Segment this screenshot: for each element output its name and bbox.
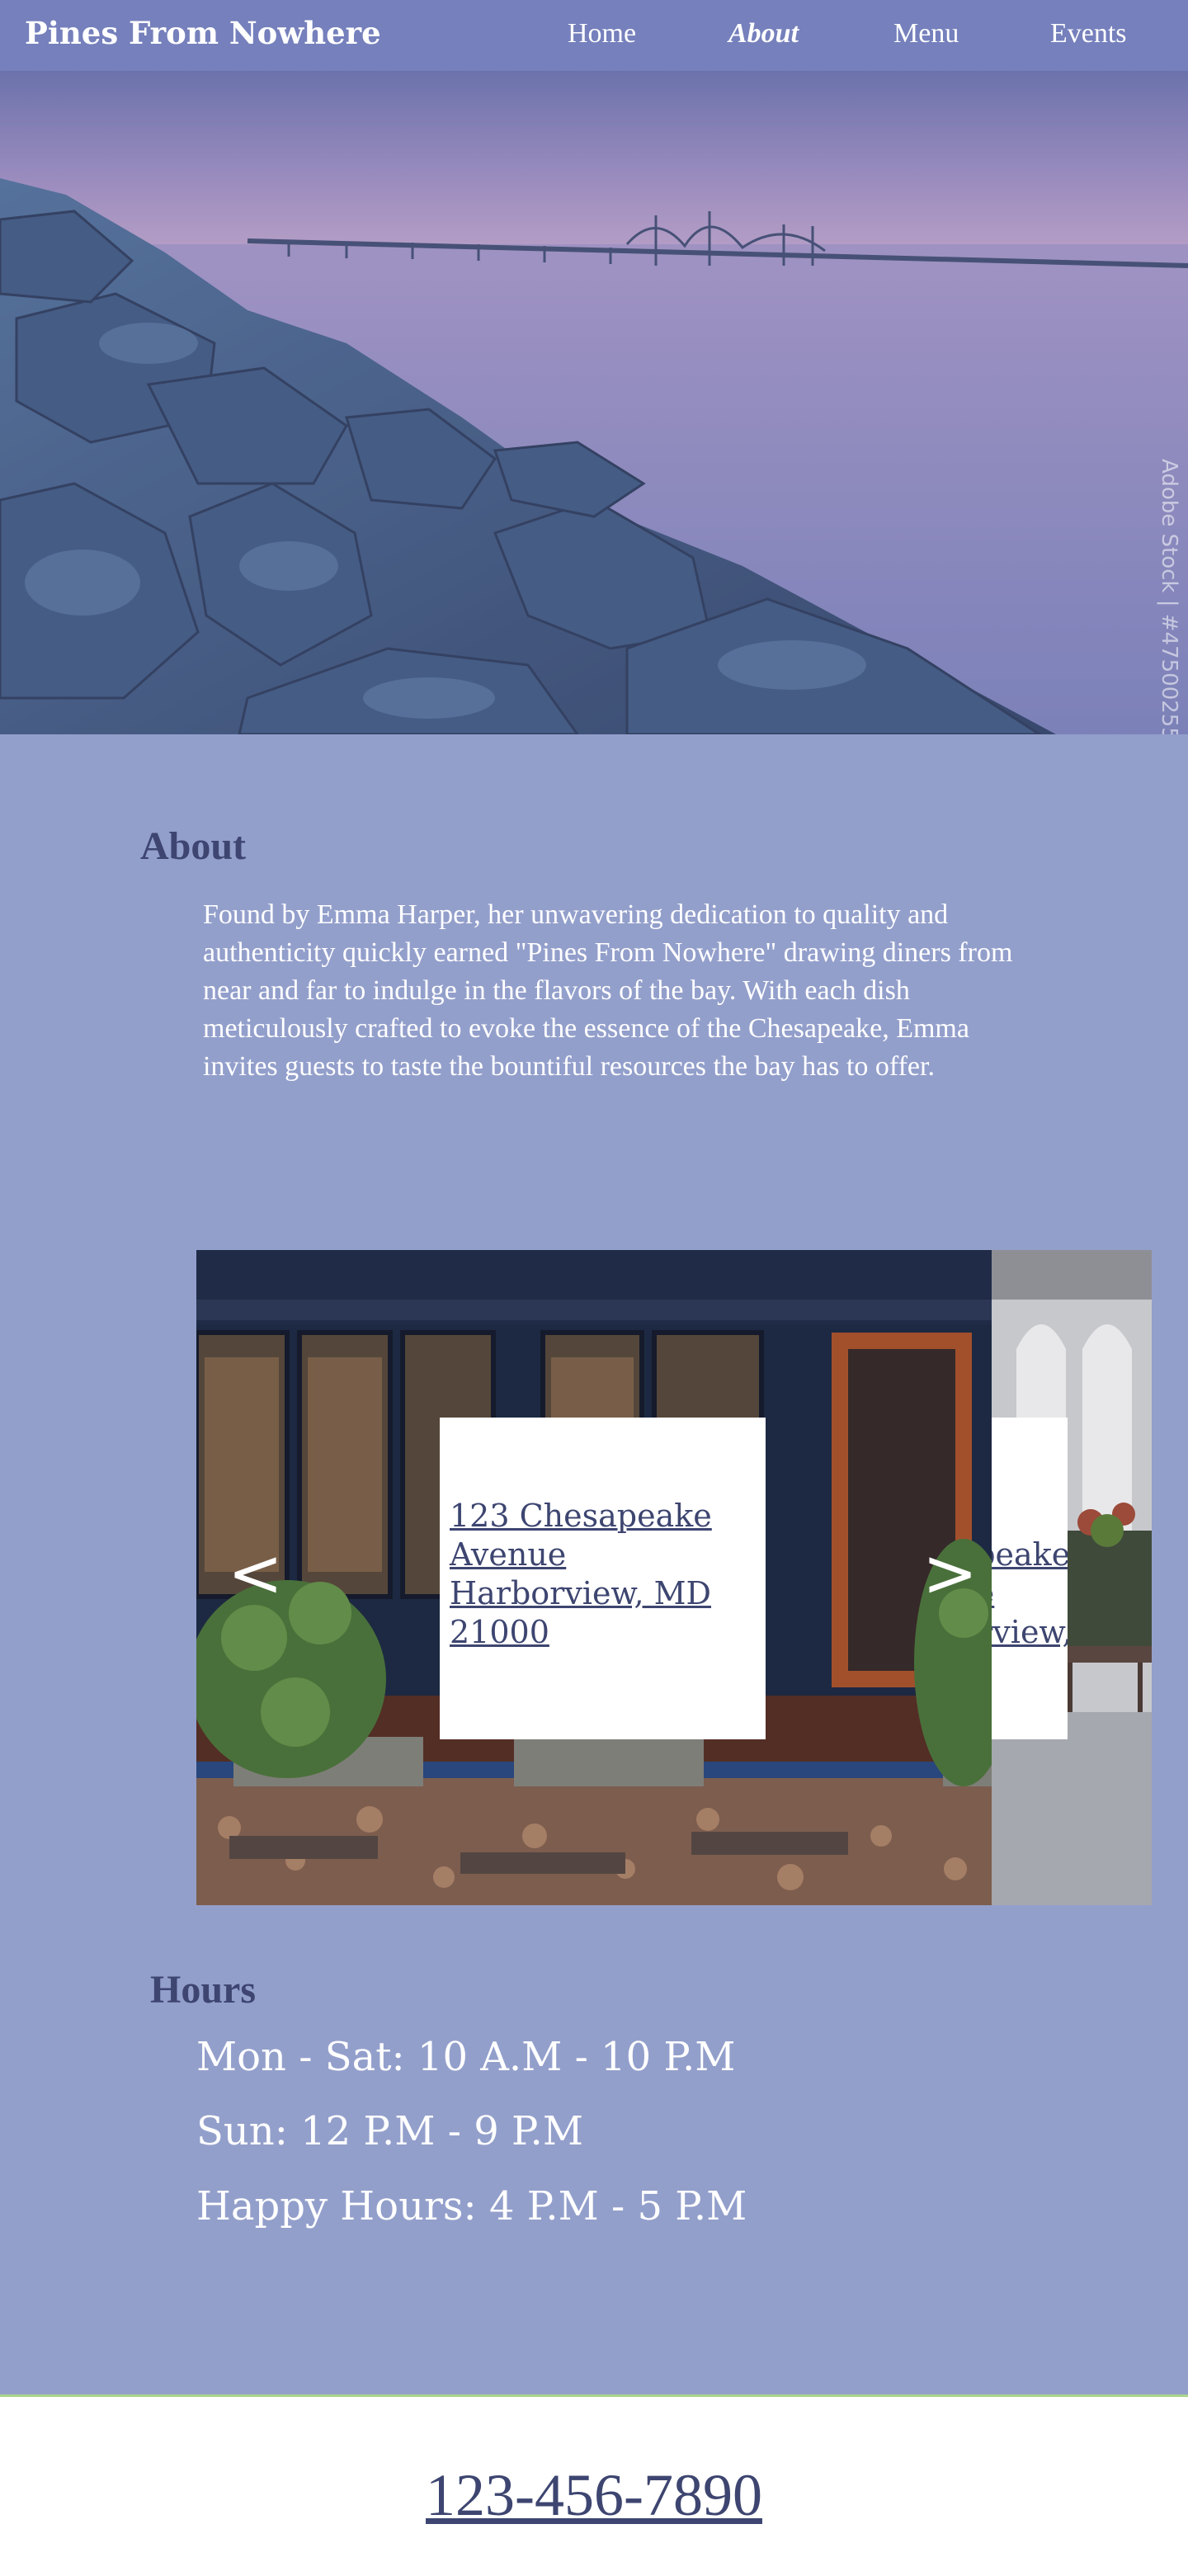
nav-link-about[interactable]: About <box>728 18 799 50</box>
stock-watermark: Adobe Stock | #475002554 <box>1157 459 1181 734</box>
nav-link-menu[interactable]: Menu <box>893 18 959 50</box>
location-carousel: 123 Chesapeake Avenue Harborview, MD 210… <box>196 1250 1152 1905</box>
hours-sunday: Sun: 12 P.M - 9 P.M <box>196 2108 583 2154</box>
hero-image: Adobe Stock | #475002554 <box>0 71 1188 734</box>
bay-bridge-rocks-photo <box>0 71 1188 734</box>
about-heading: About <box>140 824 247 868</box>
carousel-prev-button[interactable]: < <box>228 1540 283 1606</box>
hours-weekday: Mon - Sat: 10 A.M - 10 P.M <box>196 2034 736 2080</box>
hours-heading: Hours <box>150 1968 257 2012</box>
address-card: 123 Chesapeake Avenue Harborview, MD 210… <box>440 1418 766 1739</box>
address-card-next: 123 Chesapeake Avenue Harborview, MD 210… <box>992 1418 1068 1739</box>
carousel-next-button[interactable]: > <box>922 1540 978 1606</box>
address-link[interactable]: 123 Chesapeake Avenue Harborview, MD 210… <box>450 1497 766 1652</box>
about-paragraph: Found by Emma Harper, her unwavering ded… <box>203 899 1013 1082</box>
top-nav: Pines From Nowhere Home About Menu Event… <box>0 0 1188 71</box>
brand-title[interactable]: Pines From Nowhere <box>25 15 381 51</box>
address-link-next[interactable]: 123 Chesapeake Avenue Harborview, MD 210… <box>992 1497 1068 1729</box>
nav-link-events[interactable]: Events <box>1050 18 1127 50</box>
nav-link-home[interactable]: Home <box>568 18 636 50</box>
hours-happy-hour: Happy Hours: 4 P.M - 5 P.M <box>196 2183 747 2229</box>
phone-link[interactable]: 123-456-7890 <box>0 2461 1188 2530</box>
footer: 123-456-7890 <box>0 2394 1188 2576</box>
